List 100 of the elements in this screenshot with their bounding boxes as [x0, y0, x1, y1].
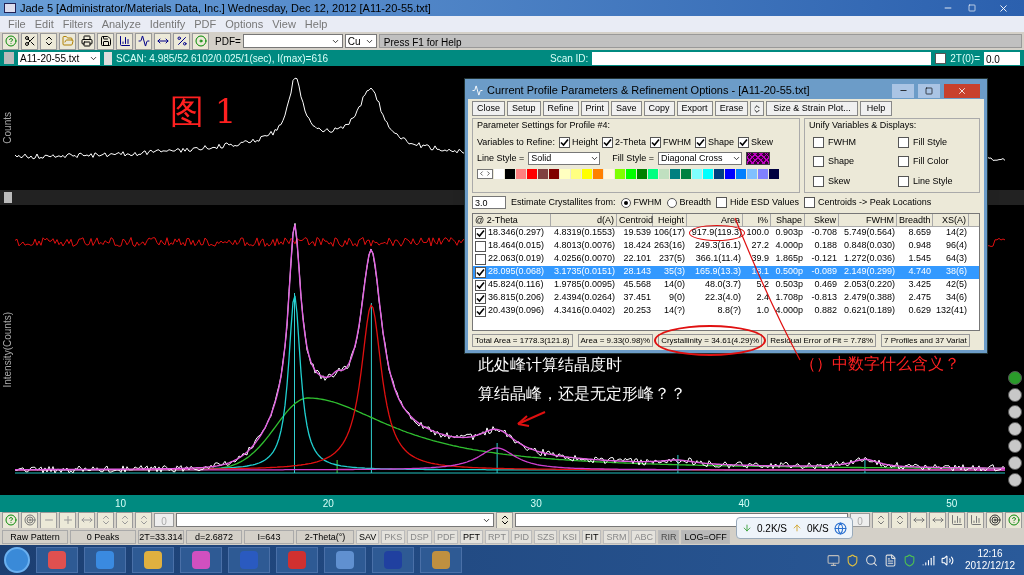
radio-button[interactable]	[620, 197, 631, 208]
column-header[interactable]: Breadth	[897, 213, 933, 226]
color-swatch[interactable]	[615, 168, 625, 179]
color-swatch[interactable]	[582, 168, 592, 179]
menu-item[interactable]: Filters	[62, 15, 93, 33]
round-tool-icon[interactable]	[1007, 439, 1022, 453]
document-icon[interactable]	[884, 553, 897, 567]
column-header[interactable]: Centroid	[617, 213, 653, 226]
color-swatch[interactable]	[538, 168, 548, 179]
pattern-select[interactable]	[176, 513, 494, 527]
shield-icon[interactable]	[903, 553, 916, 567]
color-swatch[interactable]	[549, 168, 559, 179]
toggle-button[interactable]: LOG=OFF	[681, 529, 730, 544]
round-tool-icon[interactable]	[1007, 473, 1022, 487]
color-swatch[interactable]	[560, 168, 570, 179]
checkbox[interactable]	[649, 136, 661, 148]
menu-item[interactable]: Identify	[149, 15, 186, 33]
up-down-button[interactable]	[750, 101, 765, 116]
row-checkbox[interactable]	[475, 292, 486, 304]
color-swatch[interactable]	[604, 168, 614, 179]
print-icon[interactable]	[78, 32, 95, 50]
checkbox[interactable]	[803, 197, 815, 209]
row-checkbox[interactable]	[475, 227, 486, 239]
round-tool-icon[interactable]	[1007, 422, 1022, 436]
offset-field[interactable]: 0.0	[984, 51, 1020, 65]
color-swatch[interactable]	[681, 168, 691, 179]
table-row[interactable]: 20.439(0.096) 4.3416(0.0402) 20.253 14(?) 8.8(?) 1.0 4.000p 0.882 0.621(0.189) 0.629 132(41)	[473, 304, 979, 318]
volume-icon[interactable]	[941, 553, 954, 567]
color-swatch[interactable]	[769, 168, 779, 179]
round-tool-icon[interactable]	[1007, 388, 1022, 402]
column-header[interactable]: I%	[743, 213, 771, 226]
column-header[interactable]: d(A)	[551, 213, 617, 226]
dialog-button[interactable]: Save	[611, 101, 642, 116]
color-swatch[interactable]	[648, 168, 658, 179]
round-tool-icon[interactable]	[1007, 371, 1022, 385]
row-checkbox[interactable]	[475, 305, 486, 317]
taskbar-app-icon[interactable]	[420, 547, 462, 573]
menu-item[interactable]: PDF	[194, 15, 217, 33]
column-header[interactable]: XS(A)	[933, 213, 969, 226]
radio-button[interactable]	[666, 197, 677, 208]
toggle-button[interactable]: PFT	[459, 529, 483, 544]
bar-chart-icon[interactable]	[116, 32, 133, 50]
waveform-icon[interactable]	[135, 32, 152, 50]
pdf-select[interactable]	[242, 34, 343, 48]
menu-item[interactable]: Options	[225, 15, 264, 33]
line-style-select[interactable]: Solid	[528, 152, 601, 166]
scissors-icon[interactable]	[21, 32, 38, 50]
menu-item[interactable]: File	[8, 15, 26, 33]
dialog-button[interactable]: Export	[676, 101, 713, 116]
menu-item[interactable]: View	[272, 15, 296, 33]
dialog-button[interactable]: Erase	[714, 101, 749, 116]
close-button[interactable]	[944, 83, 980, 98]
scroll-arrows[interactable]	[477, 168, 493, 179]
table-row[interactable]: 18.464(0.015) 4.8013(0.0076) 18.424 263(16) 249.3(16.1) 27.2 4.000p 0.188 0.848(0.030) 0.948 96(4)	[473, 239, 979, 253]
color-swatch[interactable]	[714, 168, 724, 179]
color-swatch[interactable]	[505, 168, 515, 179]
start-button[interactable]	[4, 547, 30, 573]
scan-id-field[interactable]	[592, 51, 932, 65]
offset-checkbox[interactable]	[935, 52, 947, 64]
checkbox[interactable]	[898, 136, 909, 148]
taskbar-app-icon[interactable]	[132, 547, 174, 573]
checkbox[interactable]	[813, 136, 824, 148]
shield-icon[interactable]	[846, 553, 859, 567]
column-header[interactable]: FWHM	[839, 213, 897, 226]
file-select[interactable]: A11-20-55.txt	[18, 51, 100, 65]
fill-style-select[interactable]: Diagonal Cross	[658, 152, 743, 166]
toggle-button[interactable]: SAV	[356, 529, 380, 544]
save-icon[interactable]	[97, 32, 114, 50]
color-swatch[interactable]	[494, 168, 504, 179]
checkbox[interactable]	[694, 136, 706, 148]
dialog-button[interactable]: Setup	[507, 101, 541, 116]
toggle-button[interactable]: FIT	[581, 529, 602, 544]
dialog-button[interactable]: Refine	[542, 101, 579, 116]
checkbox[interactable]	[737, 136, 749, 148]
color-swatch[interactable]	[659, 168, 669, 179]
monitor-icon[interactable]	[827, 553, 840, 567]
menu-item[interactable]: Help	[304, 15, 328, 33]
dialog-button[interactable]: Size & Strain Plot...	[766, 101, 858, 116]
color-swatch[interactable]	[593, 168, 603, 179]
horizontal-arrows-icon[interactable]	[154, 32, 171, 50]
table-row[interactable]: 22.063(0.019) 4.0256(0.0070) 22.101 237(5) 366.1(11.4) 39.9 1.865p -0.121 1.272(0.036) 1.545 64(3)	[473, 252, 979, 266]
color-swatch[interactable]	[758, 168, 768, 179]
dialog-button[interactable]: Copy	[643, 101, 675, 116]
color-swatch[interactable]	[703, 168, 713, 179]
row-checkbox[interactable]	[475, 253, 486, 265]
row-checkbox[interactable]	[475, 240, 486, 252]
checkbox[interactable]	[813, 175, 824, 187]
color-swatch[interactable]	[692, 168, 702, 179]
search-icon[interactable]	[865, 553, 878, 567]
row-checkbox[interactable]	[475, 279, 486, 291]
crystallite-input[interactable]: 3.0	[472, 196, 506, 210]
signal-icon[interactable]	[922, 553, 935, 567]
color-swatch[interactable]	[670, 168, 680, 179]
checkbox[interactable]	[558, 136, 570, 148]
dialog-button[interactable]: Close	[472, 101, 505, 116]
column-header[interactable]: @ 2-Theta	[473, 213, 551, 226]
menu-item[interactable]: Analyze	[101, 15, 141, 33]
table-row[interactable]: 36.815(0.206) 2.4394(0.0264) 37.451 9(0) 22.3(4.0) 2.4 1.708p -0.813 2.479(0.388) 2.475 34(6)	[473, 291, 979, 305]
dialog-button[interactable]: Print	[580, 101, 610, 116]
checkbox[interactable]	[813, 156, 824, 168]
